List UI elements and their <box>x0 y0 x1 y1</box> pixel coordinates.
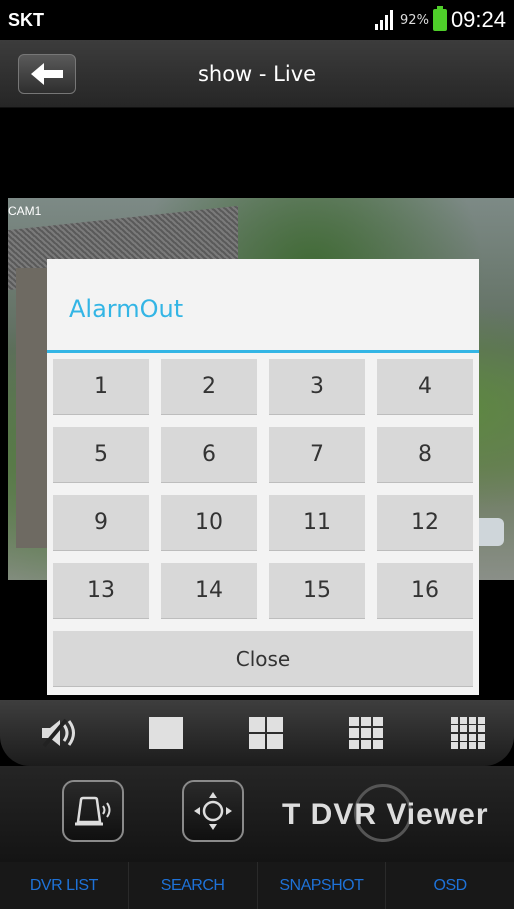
app-logo: T DVR Viewer <box>282 798 489 831</box>
video-top-area <box>0 108 514 198</box>
status-right: 92% 09:24 <box>374 6 506 34</box>
clock: 09:24 <box>450 7 506 32</box>
tab-snapshot[interactable]: SNAPSHOT <box>256 862 386 909</box>
sixteen-view-button[interactable] <box>448 713 488 753</box>
alarm-key-6[interactable]: 6 <box>161 427 257 483</box>
camera-label: CAM1 <box>8 204 42 218</box>
alarm-key-4[interactable]: 4 <box>377 359 473 415</box>
carrier-label: SKT <box>8 10 44 30</box>
battery-icon <box>432 6 447 31</box>
alarm-key-9[interactable]: 9 <box>53 495 149 551</box>
tab-osd[interactable]: OSD <box>385 862 514 909</box>
nine-view-icon <box>349 717 383 749</box>
quad-view-icon <box>249 717 283 749</box>
alarm-out-button[interactable] <box>62 780 124 842</box>
bottom-tab-bar: DVR LIST SEARCH SNAPSHOT OSD <box>0 862 514 909</box>
alarm-key-13[interactable]: 13 <box>53 563 149 619</box>
nine-view-button[interactable] <box>346 713 386 753</box>
title-bar: show - Live <box>0 40 514 108</box>
alarm-key-15[interactable]: 15 <box>269 563 365 619</box>
alarm-key-16[interactable]: 16 <box>377 563 473 619</box>
alarm-key-3[interactable]: 3 <box>269 359 365 415</box>
alarm-key-1[interactable]: 1 <box>53 359 149 415</box>
alarm-key-14[interactable]: 14 <box>161 563 257 619</box>
alarm-key-5[interactable]: 5 <box>53 427 149 483</box>
alarm-key-7[interactable]: 7 <box>269 427 365 483</box>
mute-speaker-icon <box>42 718 75 748</box>
ptz-move-icon <box>194 792 232 830</box>
single-view-button[interactable] <box>146 713 186 753</box>
alarmout-dialog: AlarmOut 1 2 3 4 5 6 7 8 9 10 11 12 13 1… <box>47 259 479 695</box>
dialog-title: AlarmOut <box>69 295 184 323</box>
close-button[interactable]: Close <box>53 631 473 687</box>
single-view-icon <box>149 717 183 749</box>
alarm-key-2[interactable]: 2 <box>161 359 257 415</box>
tab-dvr-list[interactable]: DVR LIST <box>0 862 128 909</box>
tab-search[interactable]: SEARCH <box>127 862 257 909</box>
signal-icon <box>375 10 394 30</box>
quad-view-button[interactable] <box>246 713 286 753</box>
alarm-siren-icon <box>75 796 111 826</box>
sixteen-view-icon <box>451 717 485 749</box>
alarm-key-12[interactable]: 12 <box>377 495 473 551</box>
function-panel: T DVR Viewer <box>0 766 514 862</box>
page-title: show - Live <box>197 62 317 86</box>
alarm-key-8[interactable]: 8 <box>377 427 473 483</box>
view-control-bar <box>0 700 514 766</box>
dialog-divider <box>47 350 479 353</box>
status-bar: SKT 92% 09:24 <box>0 0 514 40</box>
battery-percent: 92% <box>400 12 429 28</box>
alarm-key-11[interactable]: 11 <box>269 495 365 551</box>
alarm-key-10[interactable]: 10 <box>161 495 257 551</box>
ptz-button[interactable] <box>182 780 244 842</box>
mute-button[interactable] <box>40 713 80 753</box>
